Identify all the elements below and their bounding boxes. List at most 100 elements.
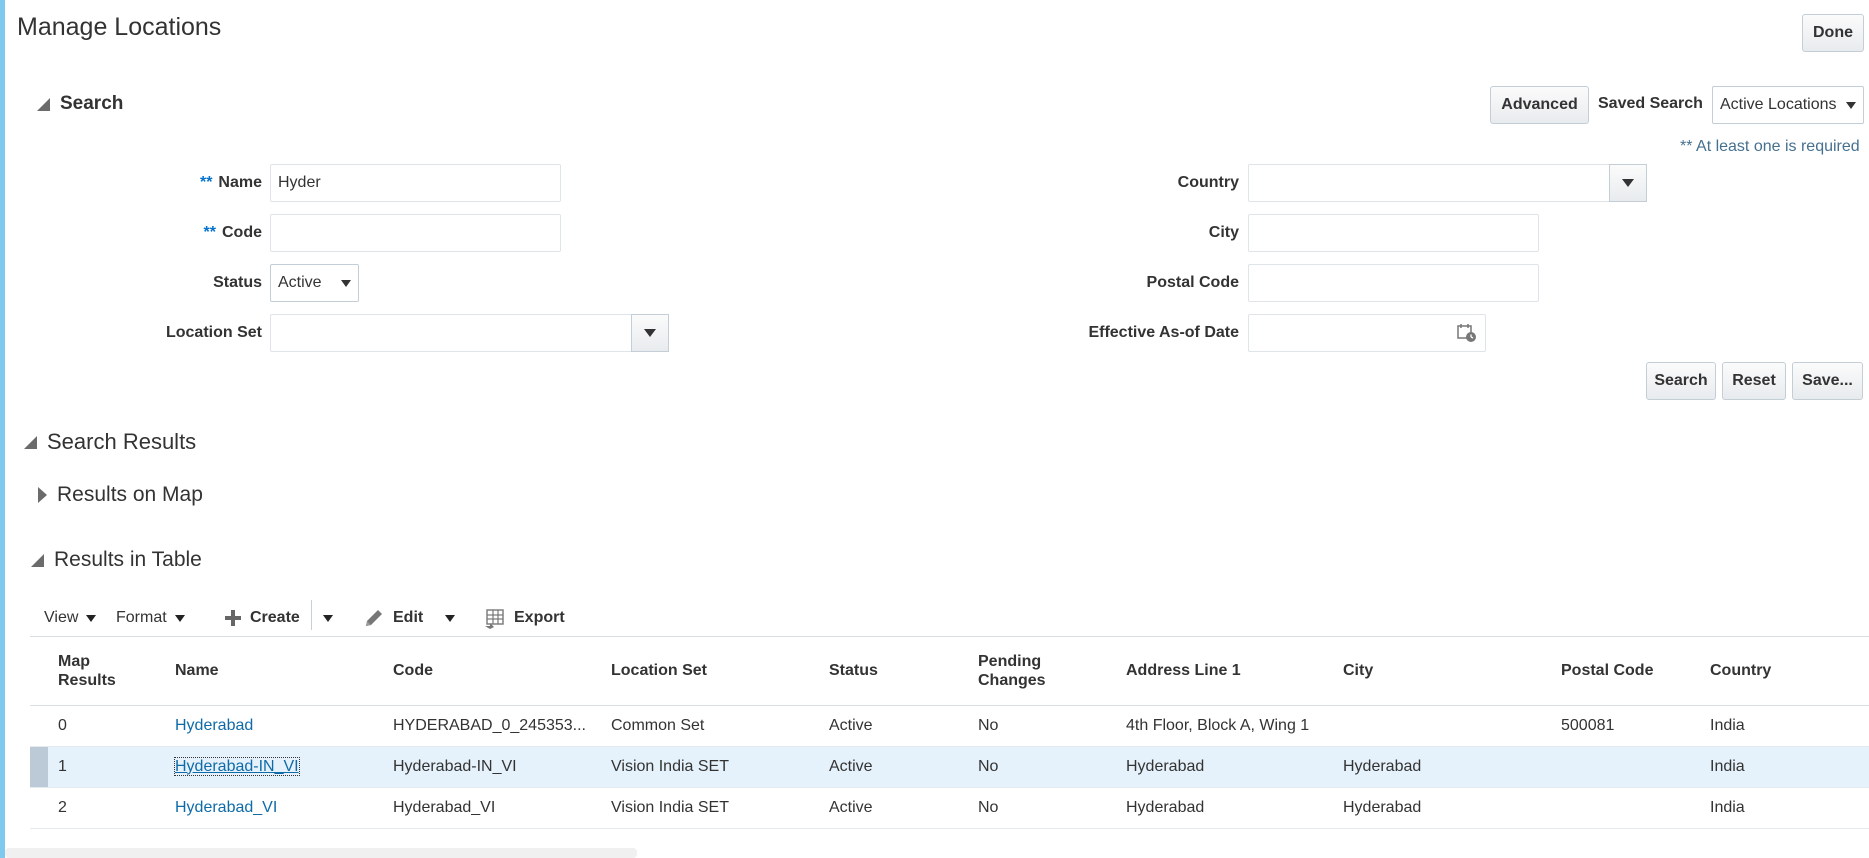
results-table: Map Results Name Code Location Set Status…: [30, 637, 1869, 829]
cell-pending-changes: No: [968, 746, 1116, 788]
saved-search-label: Saved Search: [1598, 95, 1703, 112]
results-on-map-heading: Results on Map: [57, 483, 203, 506]
required-hint: ** At least one is required: [1680, 138, 1860, 155]
search-button[interactable]: Search: [1646, 362, 1716, 400]
cell-postal-code: [1551, 746, 1700, 788]
column-header-code[interactable]: Code: [383, 637, 601, 706]
search-results-header[interactable]: Search Results: [24, 429, 196, 455]
location-name-link[interactable]: Hyderabad_VI: [175, 799, 277, 816]
cell-address-line-1: Hyderabad: [1116, 787, 1333, 829]
done-label: Done: [1813, 24, 1853, 41]
table-row[interactable]: 0 Hyderabad HYDERABAD_0_245353... Common…: [30, 705, 1869, 747]
expand-triangle-icon[interactable]: [38, 487, 47, 503]
save-search-button[interactable]: Save...: [1792, 362, 1863, 400]
cell-name: Hyderabad_VI: [165, 787, 383, 829]
cell-country: India: [1700, 787, 1869, 829]
city-label: City: [1208, 224, 1239, 241]
column-header-postal-code[interactable]: Postal Code: [1551, 637, 1700, 706]
search-section-header[interactable]: Search: [37, 93, 123, 115]
cell-code: HYDERABAD_0_245353...: [383, 705, 601, 747]
column-header-name[interactable]: Name: [165, 637, 383, 706]
code-label-text: Code: [222, 224, 262, 241]
row-selector[interactable]: [30, 705, 48, 747]
search-heading: Search: [60, 93, 124, 114]
caret-down-icon: [1846, 101, 1856, 109]
status-select[interactable]: Active: [270, 264, 359, 302]
city-input[interactable]: [1248, 214, 1539, 252]
cell-code: Hyderabad_VI: [383, 787, 601, 829]
row-selector[interactable]: [30, 787, 48, 829]
row-selector[interactable]: [30, 746, 48, 788]
column-header-address-line-1[interactable]: Address Line 1: [1116, 637, 1333, 706]
location-set-label: Location Set: [165, 324, 262, 341]
pencil-icon: [363, 607, 385, 629]
cell-country: India: [1700, 705, 1869, 747]
status-select-value: Active: [278, 274, 322, 291]
search-button-label: Search: [1654, 372, 1708, 389]
collapse-triangle-icon[interactable]: [31, 553, 44, 567]
column-header-location-set[interactable]: Location Set: [601, 637, 819, 706]
column-header-text: Changes: [978, 671, 1046, 689]
column-header-map-results[interactable]: Map Results: [48, 637, 165, 706]
reset-button[interactable]: Reset: [1722, 362, 1786, 400]
code-input[interactable]: [270, 214, 561, 252]
format-menu-label: Format: [116, 609, 167, 626]
location-set-input[interactable]: [270, 314, 669, 352]
cell-status: Active: [819, 787, 968, 829]
horizontal-scrollbar[interactable]: [5, 848, 637, 858]
page-title: Manage Locations: [17, 13, 222, 41]
cell-postal-code: [1551, 787, 1700, 829]
column-header-status[interactable]: Status: [819, 637, 968, 706]
calendar-icon[interactable]: [1456, 322, 1478, 344]
edit-dropdown-button[interactable]: [445, 604, 455, 632]
collapse-triangle-icon[interactable]: [37, 97, 50, 111]
name-label: ** Name: [150, 174, 262, 192]
caret-down-icon: [323, 614, 333, 622]
column-header-text: Results: [58, 671, 116, 689]
column-header-city[interactable]: City: [1333, 637, 1551, 706]
saved-search-select[interactable]: Active Locations: [1712, 86, 1864, 124]
cell-postal-code: 500081: [1551, 705, 1700, 747]
cell-name: Hyderabad: [165, 705, 383, 747]
caret-down-icon: [86, 614, 97, 622]
table-row[interactable]: 2 Hyderabad_VI Hyderabad_VI Vision India…: [30, 787, 1869, 829]
export-button[interactable]: Export: [484, 604, 565, 632]
code-label: ** Code: [150, 224, 262, 242]
cell-map-results: 2: [48, 787, 165, 829]
location-name-link[interactable]: Hyderabad-IN_VI: [174, 756, 300, 776]
column-header-pending-changes[interactable]: Pending Changes: [968, 637, 1116, 706]
advanced-button[interactable]: Advanced: [1490, 86, 1589, 124]
name-input[interactable]: Hyder: [270, 164, 561, 202]
results-on-map-header[interactable]: Results on Map: [38, 483, 203, 507]
required-marker: **: [199, 174, 213, 191]
country-dropdown-button[interactable]: [1609, 164, 1647, 202]
results-in-table-header[interactable]: Results in Table: [31, 548, 202, 572]
location-name-link[interactable]: Hyderabad: [175, 717, 253, 734]
cell-city: Hyderabad: [1333, 746, 1551, 788]
caret-down-icon: [445, 614, 455, 622]
country-input[interactable]: [1248, 164, 1647, 202]
format-menu[interactable]: Format: [116, 604, 185, 632]
collapse-triangle-icon[interactable]: [24, 435, 37, 449]
cell-pending-changes: No: [968, 705, 1116, 747]
effective-date-input[interactable]: [1248, 314, 1486, 352]
saved-search-value: Active Locations: [1720, 96, 1837, 113]
postal-code-input[interactable]: [1248, 264, 1539, 302]
required-marker: **: [203, 224, 216, 241]
view-menu-label: View: [44, 609, 79, 626]
cell-map-results: 0: [48, 705, 165, 747]
create-button-label: Create: [250, 609, 300, 626]
create-button[interactable]: Create: [224, 604, 300, 632]
cell-city: Hyderabad: [1333, 787, 1551, 829]
reset-button-label: Reset: [1732, 372, 1776, 389]
table-row[interactable]: 1 Hyderabad-IN_VI Hyderabad-IN_VI Vision…: [30, 746, 1869, 788]
location-set-dropdown-button[interactable]: [631, 314, 669, 352]
status-label: Status: [213, 274, 262, 291]
create-dropdown-button[interactable]: [323, 604, 333, 632]
caret-down-icon: [174, 614, 185, 622]
column-header-country[interactable]: Country: [1700, 637, 1869, 706]
edit-button[interactable]: Edit: [363, 604, 423, 632]
left-accent-bar: [0, 0, 5, 858]
done-button[interactable]: Done: [1802, 14, 1864, 52]
view-menu[interactable]: View: [44, 604, 97, 632]
